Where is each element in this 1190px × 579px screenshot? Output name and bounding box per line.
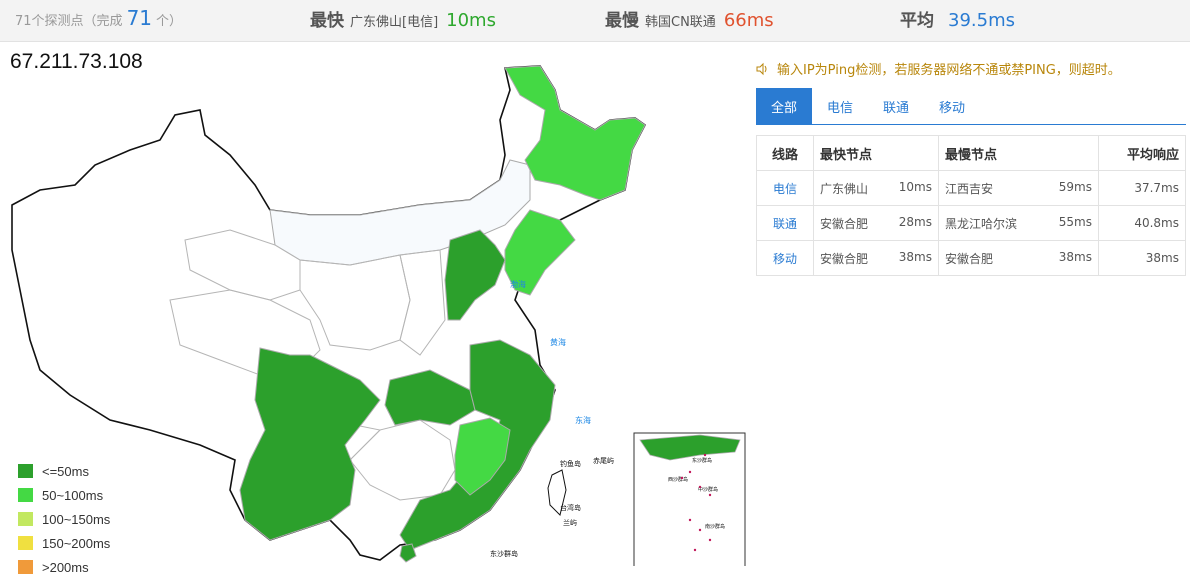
fast-node: 安徽合肥 bbox=[820, 251, 869, 266]
legend-label: 100~150ms bbox=[42, 511, 111, 527]
isp-tabs: 全部 电信 联通 移动 bbox=[756, 88, 1186, 125]
legend-label: >200ms bbox=[42, 559, 89, 575]
legend-label: 50~100ms bbox=[42, 487, 104, 503]
slow-node: 安徽合肥 bbox=[945, 251, 994, 266]
sea-label-huanghai: 黄海 bbox=[550, 337, 566, 347]
map-svg: 渤海 黄海 东海 台湾岛 钓鱼岛 赤尾屿 东沙群岛 兰屿 东沙群岛 西沙群岛 中… bbox=[11, 65, 746, 574]
table-row: 联通 安徽合肥 28ms 黑龙江哈尔滨 55ms 40.8ms bbox=[756, 205, 1186, 241]
line-name[interactable]: 移动 bbox=[756, 240, 814, 276]
header-average: 平均响应 bbox=[1098, 135, 1186, 171]
fast-ms: 28ms bbox=[898, 214, 932, 229]
summary-bar: 71个探测点 （完成 71 个） 最快 广东佛山[电信] 10ms 最慢 韩国C… bbox=[0, 0, 1190, 42]
probe-count: 71个探测点 bbox=[15, 14, 84, 29]
done-suffix: 个） bbox=[156, 14, 183, 29]
legend-label: 150~200ms bbox=[42, 535, 111, 551]
speaker-icon bbox=[756, 62, 767, 75]
avg-ms: 38ms bbox=[1098, 240, 1186, 276]
fastest-summary: 最快 广东佛山[电信] 10ms bbox=[310, 6, 496, 36]
legend-item: 100~150ms bbox=[18, 507, 110, 531]
sea-label-donghai: 东海 bbox=[575, 415, 591, 425]
line-name[interactable]: 联通 bbox=[756, 205, 814, 241]
header-slowest: 最慢节点 bbox=[938, 135, 1099, 171]
fast-node-cell: 安徽合肥 38ms bbox=[813, 240, 939, 276]
slow-ms: 59ms bbox=[1058, 179, 1092, 194]
sea-label-bohai: 渤海 bbox=[510, 279, 526, 289]
slow-node-cell: 安徽合肥 38ms bbox=[938, 240, 1099, 276]
tab-mobile[interactable]: 移动 bbox=[924, 88, 980, 124]
slow-node-cell: 黑龙江哈尔滨 55ms bbox=[938, 205, 1099, 241]
inset-label-nansha: 南沙群岛 bbox=[705, 523, 725, 530]
fast-node-cell: 广东佛山 10ms bbox=[813, 170, 939, 206]
fastest-node: 广东佛山[电信] bbox=[350, 15, 439, 30]
slow-node-cell: 江西吉安 59ms bbox=[938, 170, 1099, 206]
legend-label: <=50ms bbox=[42, 463, 89, 479]
china-ping-map[interactable]: 渤海 黄海 东海 台湾岛 钓鱼岛 赤尾屿 东沙群岛 兰屿 东沙群岛 西沙群岛 中… bbox=[0, 42, 750, 574]
legend-swatch bbox=[18, 512, 33, 526]
results-table: 线路 最快节点 最慢节点 平均响应 电信 广东佛山 10ms 江西吉安 59ms 3… bbox=[756, 135, 1186, 276]
slow-node: 黑龙江哈尔滨 bbox=[945, 216, 1018, 231]
average-label: 平均 bbox=[900, 11, 934, 31]
map-legend: <=50ms 50~100ms 100~150ms 150~200ms >200… bbox=[18, 459, 110, 579]
table-row: 电信 广东佛山 10ms 江西吉安 59ms 37.7ms bbox=[756, 170, 1186, 206]
avg-ms: 40.8ms bbox=[1098, 205, 1186, 241]
average-summary: 平均 39.5ms bbox=[900, 6, 1015, 36]
legend-swatch bbox=[18, 536, 33, 550]
slowest-ms: 66ms bbox=[723, 10, 774, 31]
fast-ms: 38ms bbox=[898, 249, 932, 264]
legend-swatch bbox=[18, 560, 33, 574]
inset-label-dongsha: 东沙群岛 bbox=[692, 457, 712, 464]
inset-label-xisha: 西沙群岛 bbox=[668, 476, 688, 483]
legend-swatch bbox=[18, 464, 33, 478]
tab-telecom[interactable]: 电信 bbox=[812, 88, 868, 124]
average-ms: 39.5ms bbox=[948, 10, 1015, 31]
fast-node-cell: 安徽合肥 28ms bbox=[813, 205, 939, 241]
slowest-node: 韩国CN联通 bbox=[645, 15, 716, 30]
legend-item: <=50ms bbox=[18, 459, 110, 483]
slow-node: 江西吉安 bbox=[945, 181, 994, 196]
island-label-chiwei: 赤尾屿 bbox=[593, 456, 614, 465]
tab-unicom[interactable]: 联通 bbox=[868, 88, 924, 124]
done-prefix: （完成 bbox=[83, 14, 123, 29]
island-label-diaoyu: 钓鱼岛 bbox=[560, 459, 581, 468]
header-fastest: 最快节点 bbox=[813, 135, 939, 171]
fastest-label: 最快 bbox=[310, 11, 344, 31]
line-name[interactable]: 电信 bbox=[756, 170, 814, 206]
notice: 输入IP为Ping检测，若服务器网络不通或禁PING，则超时。 bbox=[755, 59, 1121, 78]
table-header-row: 线路 最快节点 最慢节点 平均响应 bbox=[756, 135, 1186, 171]
done-count: 71 bbox=[126, 6, 153, 30]
slowest-summary: 最慢 韩国CN联通 66ms bbox=[605, 6, 774, 36]
tab-all[interactable]: 全部 bbox=[756, 88, 813, 124]
notice-text: 输入IP为Ping检测，若服务器网络不通或禁PING，则超时。 bbox=[777, 63, 1121, 78]
slowest-label: 最慢 bbox=[605, 11, 639, 31]
slow-ms: 55ms bbox=[1058, 214, 1092, 229]
avg-ms: 37.7ms bbox=[1098, 170, 1186, 206]
probe-summary: 71个探测点 （完成 71 个） bbox=[15, 6, 182, 36]
fastest-ms: 10ms bbox=[446, 10, 496, 31]
slow-ms: 38ms bbox=[1058, 249, 1092, 264]
fast-node: 广东佛山 bbox=[820, 181, 869, 196]
legend-item: 150~200ms bbox=[18, 531, 110, 555]
fast-ms: 10ms bbox=[898, 179, 932, 194]
legend-swatch bbox=[18, 488, 33, 502]
fast-node: 安徽合肥 bbox=[820, 216, 869, 231]
legend-item: >200ms bbox=[18, 555, 110, 579]
island-label-lanyu: 兰屿 bbox=[563, 518, 577, 527]
island-label-taiwan: 台湾岛 bbox=[560, 503, 581, 512]
island-label-dongsha: 东沙群岛 bbox=[490, 549, 518, 558]
table-row: 移动 安徽合肥 38ms 安徽合肥 38ms 38ms bbox=[756, 240, 1186, 276]
header-line: 线路 bbox=[756, 135, 814, 171]
legend-item: 50~100ms bbox=[18, 483, 110, 507]
